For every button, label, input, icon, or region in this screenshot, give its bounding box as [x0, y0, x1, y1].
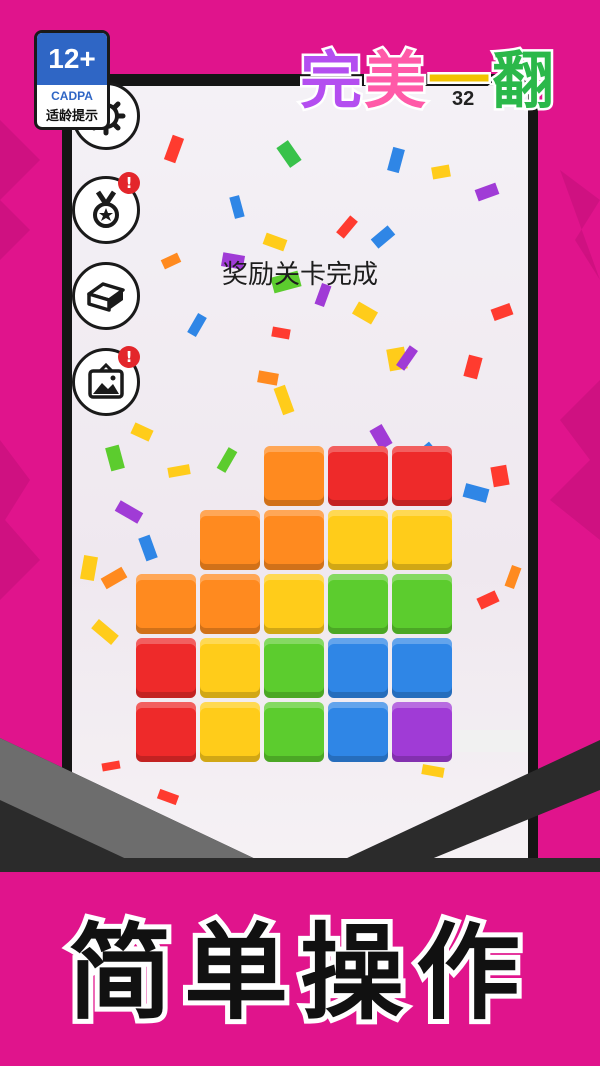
bottom-banner-text: 简单操作: [63, 907, 532, 1039]
